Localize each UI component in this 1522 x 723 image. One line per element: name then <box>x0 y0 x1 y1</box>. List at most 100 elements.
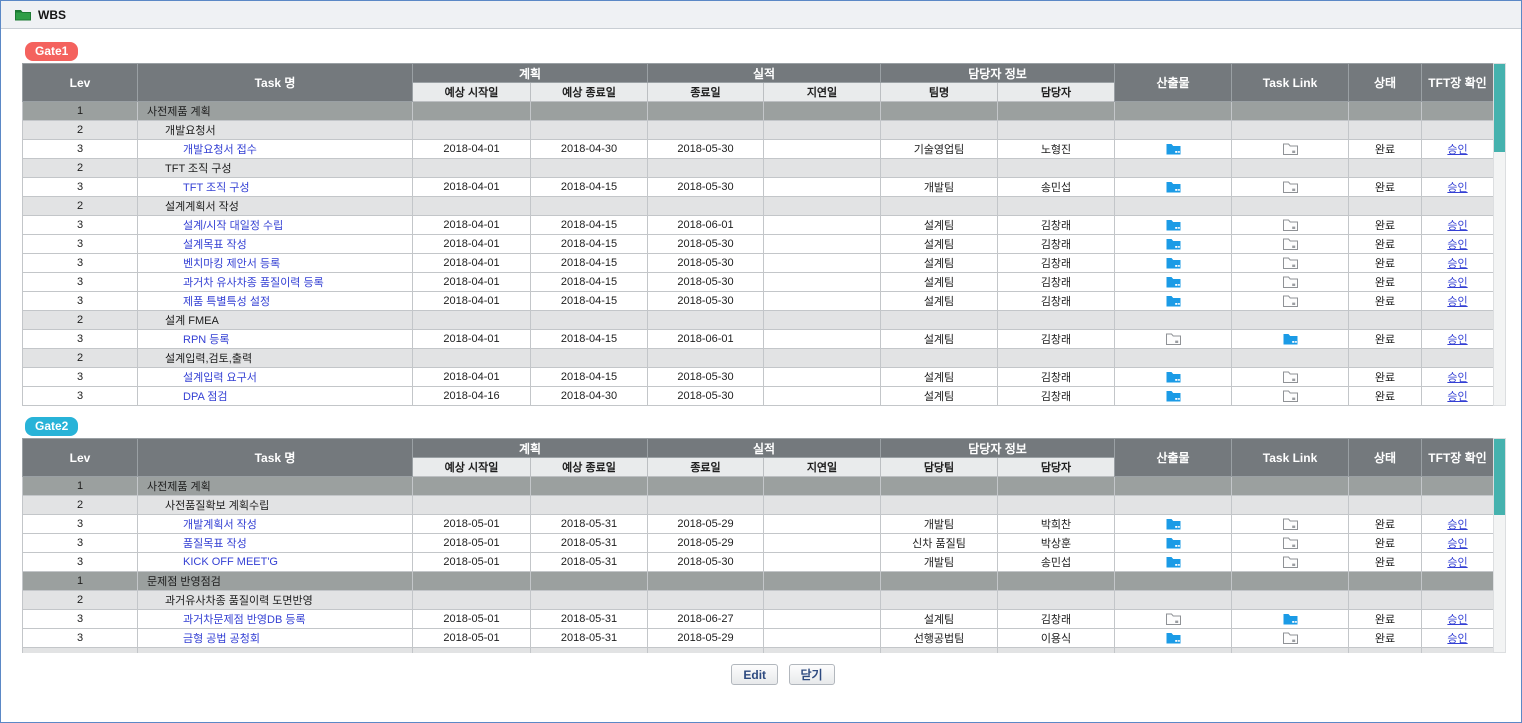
task-link-cell <box>1232 572 1349 591</box>
blue-folder-icon[interactable] <box>1166 556 1181 568</box>
task-row: 2설계계획서 작성 <box>23 197 1494 216</box>
gray-folder-icon[interactable] <box>1283 143 1298 155</box>
actual-end-cell: 2018-06-27 <box>648 610 764 629</box>
task-row: 3설계/시작 대일정 수립2018-04-012018-04-152018-06… <box>23 216 1494 235</box>
delay-cell <box>764 159 881 178</box>
blue-folder-icon[interactable] <box>1166 276 1181 288</box>
status-cell: 완료 <box>1349 216 1422 235</box>
team-cell: 설계팀 <box>881 368 998 387</box>
blue-folder-icon[interactable] <box>1166 295 1181 307</box>
actual-end-cell: 2018-05-30 <box>648 553 764 572</box>
gray-folder-icon[interactable] <box>1166 333 1181 345</box>
approve-link[interactable]: 승인 <box>1447 258 1467 270</box>
task-row: 3벤치마킹 제안서 등록2018-04-012018-04-152018-05-… <box>23 254 1494 273</box>
task-name-link[interactable]: 설계목표 작성 <box>183 239 247 251</box>
lev-cell: 1 <box>23 572 138 591</box>
approve-link[interactable]: 승인 <box>1447 182 1467 194</box>
approve-link[interactable]: 승인 <box>1447 538 1467 550</box>
footer-buttons: Edit 닫기 <box>22 664 1522 686</box>
approve-link[interactable]: 승인 <box>1447 220 1467 232</box>
blue-folder-icon[interactable] <box>1166 518 1181 530</box>
scrollbar-thumb[interactable] <box>1494 439 1505 515</box>
task-link-cell <box>1232 235 1349 254</box>
deliverable-cell <box>1115 311 1232 330</box>
plan-start-cell: 2018-05-01 <box>413 629 531 648</box>
gray-folder-icon[interactable] <box>1283 276 1298 288</box>
gate2-table-wrap: Lev Task 명 계획 실적 담당자 정보 산출물 Task Link 상태… <box>22 438 1506 653</box>
approve-link[interactable]: 승인 <box>1447 334 1467 346</box>
owner-cell: 김창래 <box>998 610 1115 629</box>
lev-cell: 3 <box>23 254 138 273</box>
actual-end-cell: 2018-05-30 <box>648 178 764 197</box>
owner-cell: 이용식 <box>998 629 1115 648</box>
task-name-link[interactable]: KICK OFF MEET'G <box>183 556 278 568</box>
task-name-cell: KICK OFF MEET'G <box>138 553 413 572</box>
task-row: 3설계목표 작성2018-04-012018-04-152018-05-30설계… <box>23 235 1494 254</box>
task-name-link[interactable]: 설계입력 요구서 <box>183 372 257 384</box>
gray-folder-icon[interactable] <box>1283 556 1298 568</box>
approve-link[interactable]: 승인 <box>1447 614 1467 626</box>
gray-folder-icon[interactable] <box>1283 181 1298 193</box>
delay-cell <box>764 121 881 140</box>
close-button[interactable]: 닫기 <box>789 664 835 685</box>
delay-cell <box>764 387 881 406</box>
gray-folder-icon[interactable] <box>1283 238 1298 250</box>
task-name-link[interactable]: 벤치마킹 제안서 등록 <box>183 258 280 270</box>
gray-folder-icon[interactable] <box>1283 537 1298 549</box>
blue-folder-icon[interactable] <box>1166 143 1181 155</box>
task-name-link[interactable]: RPN 등록 <box>183 334 230 346</box>
task-name-link[interactable]: 개발계획서 작성 <box>183 519 257 531</box>
task-name-link[interactable]: 금형 공법 공청회 <box>183 633 260 645</box>
gray-folder-icon[interactable] <box>1283 219 1298 231</box>
approve-link[interactable]: 승인 <box>1447 633 1467 645</box>
gray-folder-icon[interactable] <box>1283 371 1298 383</box>
task-name-link[interactable]: 과거차 유사차종 품질이력 등록 <box>183 277 324 289</box>
task-name-link[interactable]: 개발요청서 접수 <box>183 144 257 156</box>
blue-folder-icon[interactable] <box>1166 238 1181 250</box>
approve-link[interactable]: 승인 <box>1447 239 1467 251</box>
gray-folder-icon[interactable] <box>1166 613 1181 625</box>
blue-folder-icon[interactable] <box>1283 613 1298 625</box>
owner-cell: 김창래 <box>998 254 1115 273</box>
blue-folder-icon[interactable] <box>1283 333 1298 345</box>
blue-folder-icon[interactable] <box>1166 257 1181 269</box>
blue-folder-icon[interactable] <box>1166 181 1181 193</box>
approve-link[interactable]: 승인 <box>1447 144 1467 156</box>
approve-link[interactable]: 승인 <box>1447 296 1467 308</box>
approve-link[interactable]: 승인 <box>1447 391 1467 403</box>
task-name-link[interactable]: 과거차문제점 반영DB 등록 <box>183 614 306 626</box>
col-group-plan: 계획 <box>413 64 648 83</box>
gray-folder-icon[interactable] <box>1283 295 1298 307</box>
approve-link[interactable]: 승인 <box>1447 519 1467 531</box>
blue-folder-icon[interactable] <box>1166 537 1181 549</box>
gate1-scrollbar[interactable] <box>1493 63 1506 406</box>
approve-link[interactable]: 승인 <box>1447 277 1467 289</box>
blue-folder-icon[interactable] <box>1166 371 1181 383</box>
plan-start-cell: 2018-05-01 <box>413 610 531 629</box>
task-name-link[interactable]: DPA 점검 <box>183 391 228 403</box>
gray-folder-icon[interactable] <box>1283 632 1298 644</box>
deliverable-cell <box>1115 496 1232 515</box>
edit-button[interactable]: Edit <box>731 664 778 685</box>
confirm-cell: 승인 <box>1422 553 1494 572</box>
gray-folder-icon[interactable] <box>1283 257 1298 269</box>
task-name-link[interactable]: TFT 조직 구성 <box>183 182 250 194</box>
actual-end-cell: 2018-05-30 <box>648 140 764 159</box>
blue-folder-icon[interactable] <box>1166 632 1181 644</box>
col-header-task: Task 명 <box>138 64 413 102</box>
approve-link[interactable]: 승인 <box>1447 372 1467 384</box>
blue-folder-icon[interactable] <box>1166 219 1181 231</box>
task-name-link[interactable]: 설계/시작 대일정 수립 <box>183 220 283 232</box>
task-name-link[interactable]: 제품 특별특성 설정 <box>183 296 270 308</box>
task-row: 2설계 FMEA <box>23 311 1494 330</box>
confirm-cell: 승인 <box>1422 330 1494 349</box>
gray-folder-icon[interactable] <box>1283 390 1298 402</box>
plan-end-cell: 2018-05-31 <box>531 629 648 648</box>
blue-folder-icon[interactable] <box>1166 390 1181 402</box>
gate2-scrollbar[interactable] <box>1493 438 1506 653</box>
scrollbar-thumb[interactable] <box>1494 64 1505 152</box>
delay-cell <box>764 610 881 629</box>
task-name-link[interactable]: 품질목표 작성 <box>183 538 247 550</box>
gray-folder-icon[interactable] <box>1283 518 1298 530</box>
approve-link[interactable]: 승인 <box>1447 557 1467 569</box>
